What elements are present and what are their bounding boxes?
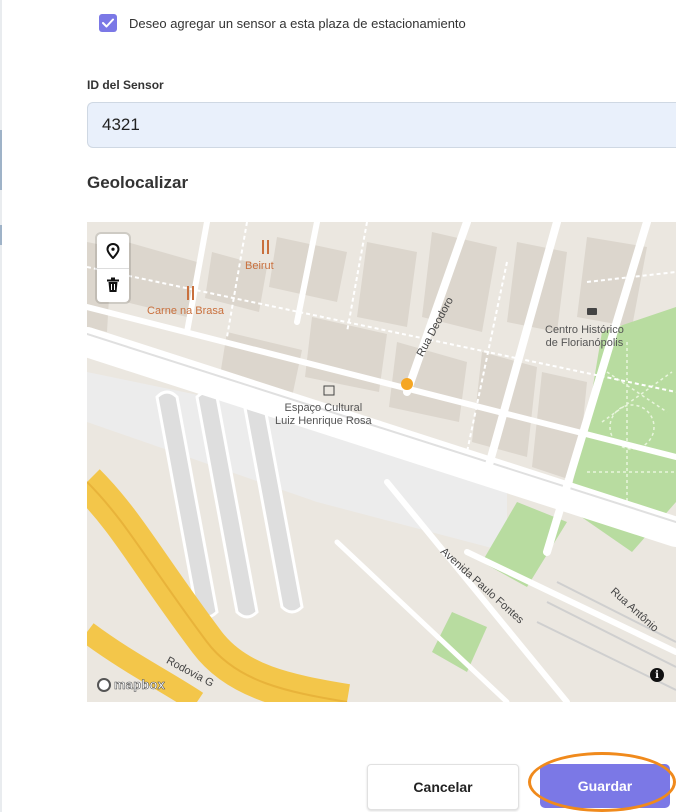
place-label-centro-historico[interactable]: Centro Histórico de Florianópolis <box>545 324 624 350</box>
map-info-button[interactable]: i <box>650 668 664 682</box>
page-edge <box>0 0 2 812</box>
map-draw-tools <box>97 234 129 302</box>
place-label-espaco-cultural[interactable]: Espaço Cultural Luiz Henrique Rosa <box>275 402 372 428</box>
map[interactable]: Beirut Carne na Brasa Centro Histórico d… <box>87 222 676 702</box>
cancel-button[interactable]: Cancelar <box>367 764 519 810</box>
sensor-checkbox-row[interactable]: Deseo agregar un sensor a esta plaza de … <box>99 14 466 32</box>
trash-tool[interactable] <box>97 267 129 303</box>
geolocate-title: Geolocalizar <box>87 173 189 192</box>
mapbox-logo[interactable]: mapbox <box>97 677 165 692</box>
map-pin-tool[interactable] <box>97 234 129 268</box>
sensor-checkbox-label: Deseo agregar un sensor a esta plaza de … <box>129 15 466 31</box>
map-pin-icon <box>106 242 120 259</box>
sensor-id-label: ID del Sensor <box>87 78 164 92</box>
edge-marker <box>0 225 2 245</box>
place-label-carne-na-brasa[interactable]: Carne na Brasa <box>147 305 224 318</box>
mapbox-logo-icon <box>97 677 111 692</box>
place-label-line: de Florianópolis <box>545 337 624 349</box>
sensor-id-input[interactable] <box>87 102 676 148</box>
sensor-checkbox[interactable] <box>99 14 117 32</box>
place-label-beirut[interactable]: Beirut <box>245 260 274 273</box>
map-tiles <box>87 222 676 702</box>
save-button[interactable]: Guardar <box>540 764 670 808</box>
place-label-line: Centro Histórico <box>545 324 624 336</box>
edge-marker <box>0 130 2 190</box>
checkmark-icon <box>102 18 114 28</box>
place-label-line: Espaço Cultural <box>284 402 363 414</box>
mapbox-logo-text: mapbox <box>114 677 166 693</box>
trash-icon <box>107 277 119 293</box>
place-label-line: Luiz Henrique Rosa <box>275 415 372 427</box>
